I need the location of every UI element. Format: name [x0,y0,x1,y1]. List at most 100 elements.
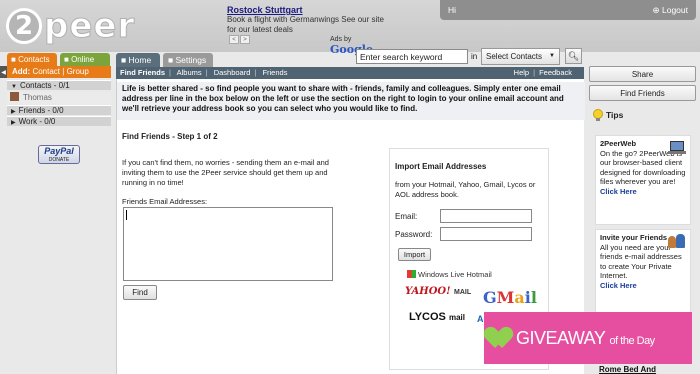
of-the-day-label: of the Day [609,334,656,347]
windows-live-hotmail-logo: Windows Live Hotmail [407,270,492,279]
share-button[interactable]: Share [589,66,696,82]
tab-contacts-label: Contacts [18,55,50,64]
password-label: Password: [395,230,433,239]
import-description: from your Hotmail, Yahoo, Gmail, Lycos o… [395,180,536,199]
ads-by-label: Ads by [330,36,352,43]
yahoo-mail-logo: YAHOO! MAIL [405,286,471,297]
sub-navigation: Find Friends | Albums | Dashboard | Friends… [116,67,584,79]
subnav-find-friends[interactable]: Find Friends [120,68,165,77]
laptop-icon [668,141,686,155]
import-title: Import Email Addresses [395,162,487,171]
giveaway-label: GIVEAWAY [516,327,606,348]
tab-contacts[interactable]: ■ Contacts [7,53,57,66]
lycos-mail-logo: LYCOS mail [409,311,465,323]
explanation-text: If you can't find them, no worries - sen… [122,158,329,187]
find-button[interactable]: Find [123,285,157,300]
avatar [10,92,19,101]
logo[interactable]: 2 peer [6,6,136,47]
settings-icon: ■ [168,55,174,65]
gmail-letter: a [514,288,525,307]
giveaway-watermark: GIVEAWAY of the Day [480,312,692,364]
expand-icon: ▼ [11,84,17,90]
contact-item[interactable]: Thomas [7,92,111,104]
greeting: Hi [448,5,457,15]
logout-label: Logout [662,5,688,15]
online-icon: ■ [64,55,69,64]
find-friends-button[interactable]: Find Friends [589,85,696,101]
subnav-dashboard[interactable]: Dashboard [214,68,251,77]
contacts-icon: ■ [11,55,16,64]
tab-settings[interactable]: ■ Settings [163,53,213,67]
tips-header: Tips [593,109,623,121]
contact-name: Thomas [23,93,52,102]
tip-link[interactable]: Click Here [600,187,637,196]
add-bar: Add: Contact | Group [7,66,111,78]
user-bar: Hi ⊕ Logout [440,0,696,20]
paypal-logo: PayPal [44,146,74,156]
add-separator: | [62,67,65,76]
ad-prev-button[interactable]: < [229,35,239,44]
logout-icon: ⊕ [652,5,660,15]
collapse-icon: ▶ [11,109,16,115]
tab-settings-label: Settings [175,55,207,65]
email-field[interactable] [440,209,532,223]
heart-icon [480,323,517,350]
tab-home-label: Home [128,55,152,65]
help-link[interactable]: Help [514,68,529,77]
friends-email-textarea[interactable] [123,207,333,281]
people-icon [668,234,686,250]
group-label: Contacts - 0/1 [19,81,70,90]
ad-title[interactable]: Rostock Stuttgart [227,5,389,15]
lycos-mail-label: mail [448,313,465,322]
add-label: Add: [12,67,31,76]
windows-flag-icon [407,270,416,278]
subnav-albums[interactable]: Albums [177,68,202,77]
giveaway-text: GIVEAWAY of the Day [516,328,655,349]
tab-online-label: Online [71,55,95,64]
collapse-panel-button[interactable]: ◀ [0,66,7,78]
collapse-icon: ▶ [11,120,16,126]
gmail-letter: M [496,288,515,307]
donate-label: DONATE [48,157,70,163]
gmail-letter: G [483,288,497,307]
add-contact-link[interactable]: Contact [32,67,60,76]
group-label: Friends - 0/0 [18,106,64,115]
app-window: 2 peer Rostock Stuttgart Book a flight w… [0,0,700,374]
logo-mark: 2 [6,8,42,44]
home-icon: ■ [121,55,127,65]
yahoo-label: YAHOO! [405,286,451,297]
contacts-panel: ■ Contacts ■ Online ◀ Add: Contact | Gro… [0,52,112,374]
tip-card: 2PeerWeb On the go? 2PeerWeb is our brow… [595,135,691,225]
logo-wordmark: peer [43,6,136,47]
hotel-ad-link[interactable]: Rome Bed And [599,365,656,374]
group-label: Work - 0/0 [18,117,56,126]
logout-link[interactable]: ⊕ Logout [653,5,689,16]
group-friends[interactable]: ▶ Friends - 0/0 [7,105,111,115]
group-work[interactable]: ▶ Work - 0/0 [7,116,111,126]
step-title: Find Friends - Step 1 of 2 [122,132,218,141]
tab-home[interactable]: ■ Home [116,53,160,67]
google-ad: Rostock Stuttgart Book a flight with Ger… [227,5,389,56]
paypal-donate-button[interactable]: PayPal DONATE [38,145,80,164]
password-field[interactable] [440,227,532,241]
lightbulb-icon [593,109,603,121]
group-contacts[interactable]: ▼ Contacts - 0/1 [7,80,111,90]
add-group-link[interactable]: Group [67,67,89,76]
import-button[interactable]: Import [398,248,431,261]
ad-next-button[interactable]: > [240,35,250,44]
gmail-logo: GMail [483,288,537,307]
feedback-link[interactable]: Feedback [539,68,572,77]
ad-nav: < > [229,35,250,44]
tip-link[interactable]: Click Here [600,281,637,290]
header: 2 peer Rostock Stuttgart Book a flight w… [0,0,700,56]
tab-online[interactable]: ■ Online [60,53,110,66]
gmail-letter: l [530,288,537,307]
yahoo-mail-label: MAIL [454,289,472,296]
winlive-label: Windows Live Hotmail [418,270,492,279]
subnav-right: Help | Feedback [513,68,572,77]
email-label: Email: [395,212,418,221]
ad-text: Book a flight with Germanwings See our s… [227,15,384,34]
subnav-friends[interactable]: Friends [262,68,287,77]
friends-email-label: Friends Email Addresses: [122,197,208,206]
text-cursor [126,210,127,220]
